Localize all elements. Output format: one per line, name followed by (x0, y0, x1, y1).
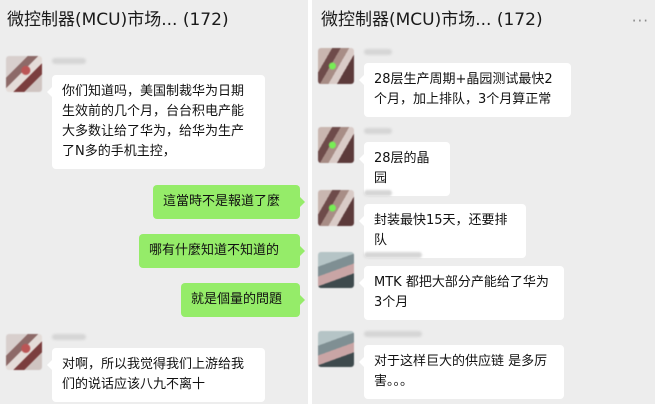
message-bubble-received[interactable]: 对于这样巨大的供应链 是多厉害。。。 (359, 345, 564, 399)
message-bubble-received[interactable]: 对啊，所以我觉得我们上游给我们的说话应该八九不离十 (47, 348, 265, 402)
chat-header: 微控制器(MCU)市场... (172) ··· (312, 0, 655, 34)
message-bubble-received[interactable]: 28层生产周期+晶园测试最快2个月，加上排队，3个月算正常 (359, 63, 571, 117)
chat-title[interactable]: 微控制器(MCU)市场... (172) (321, 5, 543, 30)
chat-panel-left: 微控制器(MCU)市场... (172) 你们知道吗，美国制裁华为日期生效前的几… (0, 0, 308, 404)
chat-panel-right: 微控制器(MCU)市场... (172) ··· 28层生产周期+晶园测试最快2… (312, 0, 655, 404)
member-avatar[interactable] (318, 127, 354, 163)
message-bubble-sent[interactable]: 哪有什麼知道不知道的 (139, 234, 305, 268)
member-avatar[interactable] (318, 252, 354, 288)
sender-name (364, 190, 392, 196)
member-avatar[interactable] (318, 48, 354, 84)
message-bubble-sent[interactable]: 就是個量的問題 (181, 283, 305, 317)
member-avatar[interactable] (318, 190, 354, 226)
sender-name (52, 334, 86, 340)
chat-header: 微控制器(MCU)市场... (172) (0, 0, 308, 34)
message-bubble-received[interactable]: 你们知道吗，美国制裁华为日期生效前的几个月，台台积电产能大多数让给了华为，给华为… (47, 75, 265, 169)
message-bubble-received[interactable]: MTK 都把大部分产能给了华为3个月 (359, 266, 564, 320)
member-avatar[interactable] (318, 331, 354, 367)
sender-name (364, 128, 392, 134)
message-bubble-received[interactable]: 28层的晶园 (359, 142, 450, 196)
sender-name (364, 331, 422, 337)
sender-name (364, 252, 422, 258)
member-avatar[interactable] (6, 334, 42, 370)
sender-name (364, 49, 392, 55)
message-bubble-sent[interactable]: 這當時不是報道了麼 (153, 185, 305, 219)
more-options-icon[interactable]: ··· (632, 12, 649, 30)
chat-title[interactable]: 微控制器(MCU)市场... (172) (7, 5, 229, 30)
member-avatar[interactable] (6, 56, 42, 92)
message-bubble-received[interactable]: 封装最快15天，还要排队 (359, 204, 526, 258)
sender-name (52, 58, 86, 64)
